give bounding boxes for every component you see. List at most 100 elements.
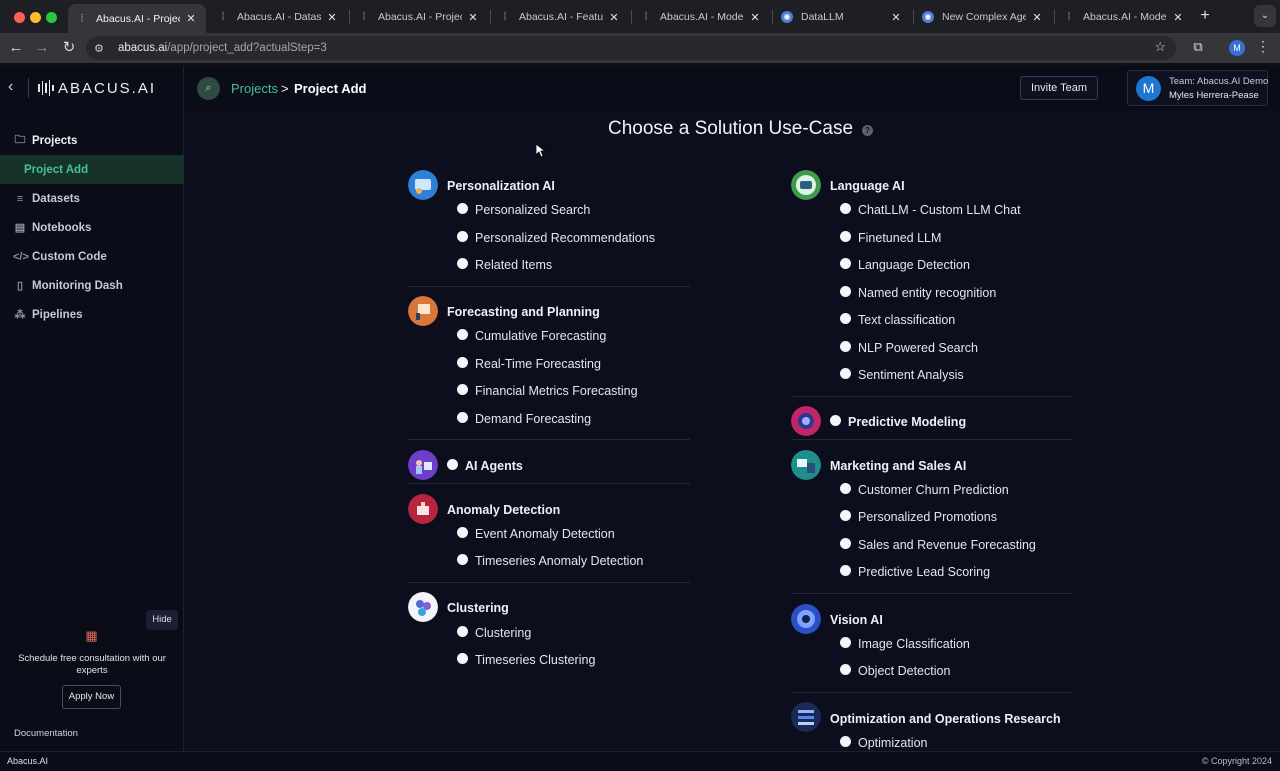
sidebar-item-monitoring-dash[interactable]: ▯ Monitoring Dash [0,271,184,300]
browser-tab[interactable]: ◉ DataLLM ✕ [773,4,911,30]
option-label[interactable]: Timeseries Anomaly Detection [475,554,643,568]
radio-button[interactable] [457,231,468,242]
close-tab-icon[interactable]: ✕ [1030,11,1044,24]
option-label[interactable]: NLP Powered Search [858,341,978,355]
close-tab-icon[interactable]: ✕ [889,11,903,24]
radio-button[interactable] [457,384,468,395]
option-label[interactable]: Language Detection [858,258,970,272]
radio-button[interactable] [840,313,851,324]
browser-menu-icon[interactable]: ⋮ [1256,38,1270,55]
sidebar-item-pipelines[interactable]: ⁂ Pipelines [0,300,184,329]
browser-tab[interactable]: ⁞ Abacus.AI - Model - ✕ [632,4,770,30]
sidebar-item-projects[interactable]: 🗀 Projects [0,126,184,155]
option-label[interactable]: AI Agents [465,459,523,473]
radio-button[interactable] [840,510,851,521]
browser-tab[interactable]: ⁞ Abacus.AI - Model - ✕ [1055,4,1193,30]
option-label[interactable]: Text classification [858,313,955,327]
option-label[interactable]: Personalized Recommendations [475,231,655,245]
close-window-button[interactable] [14,12,25,23]
address-bar[interactable]: ⚙ abacus.ai/app/project_add?actualStep=3… [86,36,1176,60]
apply-now-button[interactable]: Apply Now [62,685,121,709]
radio-button[interactable] [830,415,841,426]
minimize-window-button[interactable] [30,12,41,23]
sidebar-item-datasets[interactable]: ≡ Datasets [0,184,184,213]
close-tab-icon[interactable]: ✕ [748,11,762,24]
bookmark-star-icon[interactable]: ☆ [1154,39,1166,55]
radio-button[interactable] [840,203,851,214]
option-label[interactable]: Object Detection [858,664,950,678]
option-label[interactable]: Personalized Search [475,203,590,217]
close-tab-icon[interactable]: ✕ [1171,11,1185,24]
sidebar-item-project-add[interactable]: Project Add [0,155,184,184]
radio-button[interactable] [840,483,851,494]
radio-button[interactable] [840,286,851,297]
reload-icon[interactable]: ↻ [59,38,79,58]
option-label[interactable]: Timeseries Clustering [475,653,595,667]
radio-button[interactable] [457,554,468,565]
radio-button[interactable] [457,203,468,214]
radio-button[interactable] [840,565,851,576]
invite-team-button[interactable]: Invite Team [1020,76,1098,100]
hide-promo-button[interactable]: Hide [146,610,178,630]
documentation-link[interactable]: Documentation [14,728,78,739]
option-label[interactable]: Financial Metrics Forecasting [475,384,638,398]
radio-button[interactable] [840,368,851,379]
option-label[interactable]: Personalized Promotions [858,510,997,524]
close-tab-icon[interactable]: ✕ [325,11,339,24]
maximize-window-button[interactable] [46,12,57,23]
radio-button[interactable] [457,653,468,664]
option-label[interactable]: Event Anomaly Detection [475,527,615,541]
browser-tab[interactable]: ◉ New Complex Agent ✕ [914,4,1052,30]
option-label[interactable]: Named entity recognition [858,286,996,300]
radio-button[interactable] [457,258,468,269]
radio-button[interactable] [840,231,851,242]
sidebar-item-notebooks[interactable]: ▤ Notebooks [0,213,184,242]
option-label[interactable]: Real-Time Forecasting [475,357,601,371]
back-arrow-icon[interactable]: ← [6,38,26,58]
radio-button[interactable] [457,329,468,340]
radio-button[interactable] [457,412,468,423]
collapse-chevron-left-icon[interactable]: ‹ [8,78,22,98]
team-switcher[interactable]: M Team: Abacus.AI Demo Myles Herrera-Pea… [1127,70,1268,106]
option-label[interactable]: Customer Churn Prediction [858,483,1009,497]
radio-button[interactable] [457,357,468,368]
option-label[interactable]: Related Items [475,258,552,272]
profile-avatar[interactable]: M [1229,40,1245,56]
radio-button[interactable] [840,341,851,352]
radio-button[interactable] [840,736,851,747]
help-icon[interactable]: ? [862,125,873,136]
close-tab-icon[interactable]: ✕ [466,11,480,24]
browser-tab[interactable]: ⁞ Abacus.AI - Datasets ✕ [209,4,347,30]
option-label[interactable]: Sales and Revenue Forecasting [858,538,1036,552]
radio-button[interactable] [840,637,851,648]
new-tab-plus-icon[interactable]: + [1196,6,1214,26]
option-label[interactable]: Sentiment Analysis [858,368,964,382]
browser-tab[interactable]: ⁞ Abacus.AI - Feature ✕ [491,4,629,30]
radio-button[interactable] [840,538,851,549]
tab-search-chevron-icon[interactable]: ⌄ [1254,5,1276,27]
option-label[interactable]: Predictive Modeling [848,415,966,429]
option-label[interactable]: Demand Forecasting [475,412,591,426]
radio-button[interactable] [840,258,851,269]
option-label[interactable]: Finetuned LLM [858,231,941,245]
radio-button[interactable] [457,527,468,538]
browser-tab[interactable]: ⁞ Abacus.AI - Projects ✕ [68,4,206,33]
browser-tab[interactable]: ⁞ Abacus.AI - Project ✕ [350,4,488,30]
breadcrumb-projects-link[interactable]: Projects [231,81,278,96]
forward-arrow-icon[interactable]: → [32,38,52,58]
close-tab-icon[interactable]: ✕ [607,11,621,24]
extensions-puzzle-icon[interactable]: ⧉ [1189,39,1207,57]
option-label[interactable]: Predictive Lead Scoring [858,565,990,579]
close-tab-icon[interactable]: ✕ [184,12,198,25]
option-label[interactable]: Image Classification [858,637,970,651]
radio-button[interactable] [447,459,458,470]
radio-button[interactable] [457,626,468,637]
search-icon[interactable]: ⌕ [197,77,220,100]
sidebar-item-custom-code[interactable]: </> Custom Code [0,242,184,271]
option-label[interactable]: Cumulative Forecasting [475,329,606,343]
radio-button[interactable] [840,664,851,675]
option-label[interactable]: Optimization [858,736,927,750]
option-label[interactable]: Clustering [475,626,531,640]
site-settings-icon[interactable]: ⚙ [94,42,114,55]
option-label[interactable]: ChatLLM - Custom LLM Chat [858,203,1021,217]
